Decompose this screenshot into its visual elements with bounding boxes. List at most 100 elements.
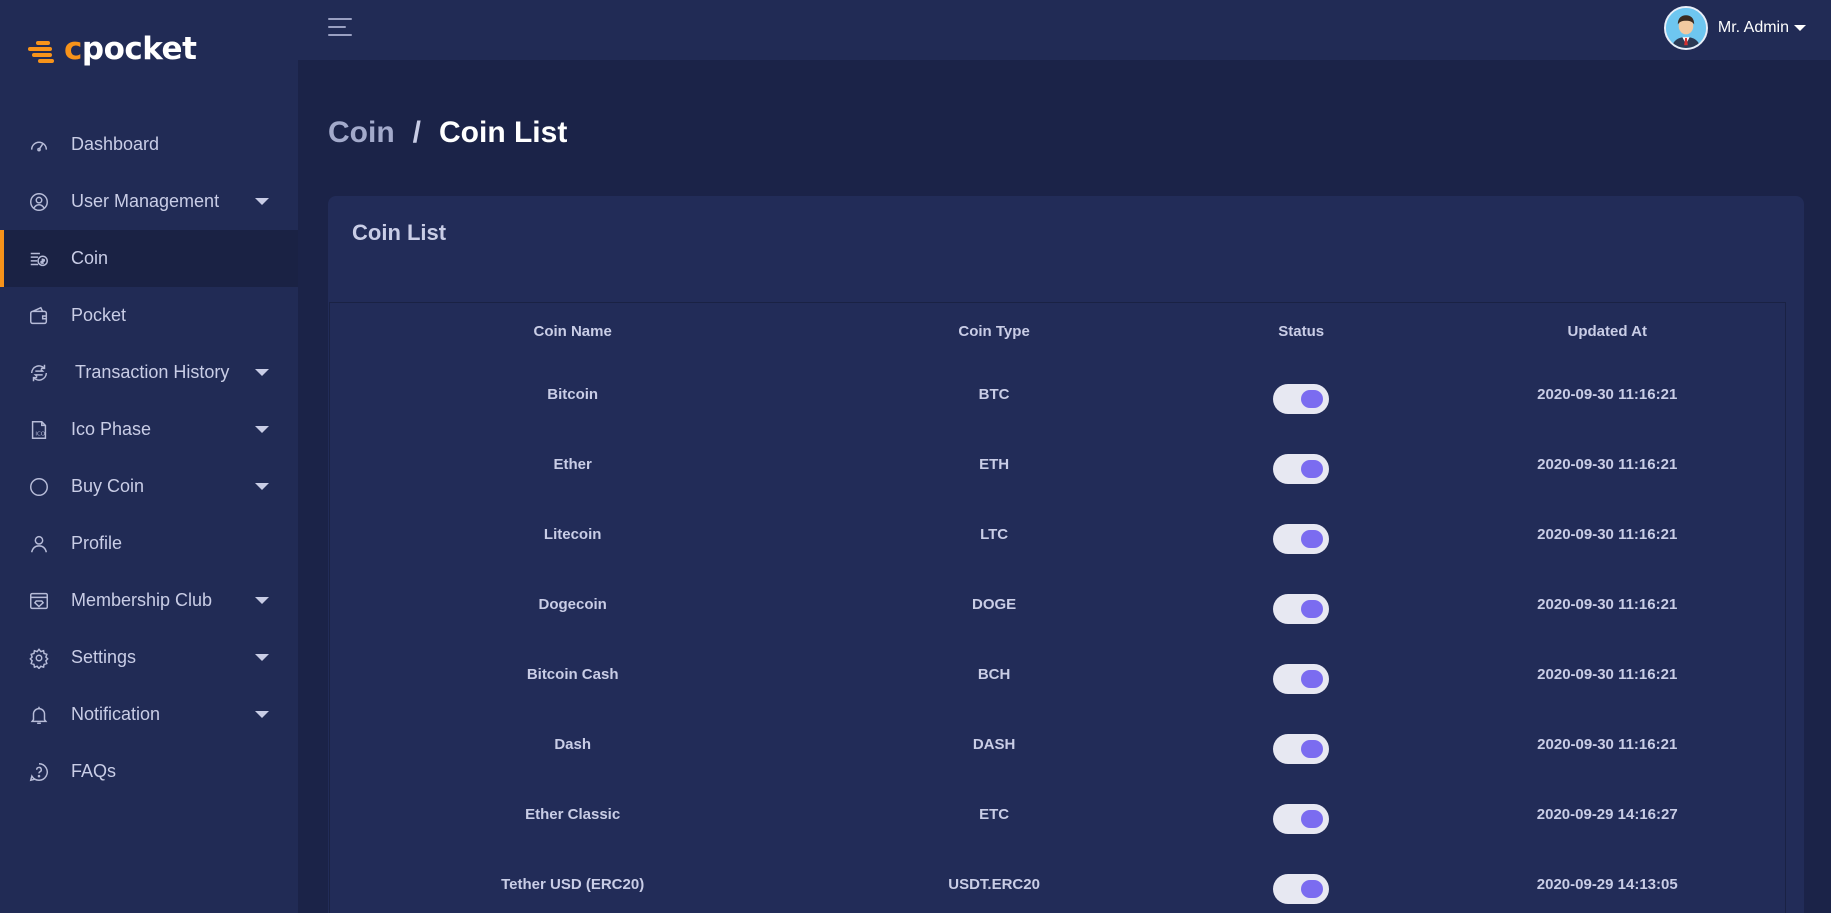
coin-name-cell: Bitcoin bbox=[547, 385, 599, 403]
table-row: Litecoin LTC 2020-09-30 11:16:21 bbox=[330, 499, 1785, 569]
user-name: Mr. Admin bbox=[1717, 19, 1789, 36]
exchange-icon bbox=[27, 361, 51, 385]
status-toggle[interactable] bbox=[1273, 664, 1330, 694]
coins-icon bbox=[27, 247, 51, 271]
sidebar-item-label: User Management bbox=[71, 191, 220, 211]
sidebar-item-label: Profile bbox=[71, 533, 123, 553]
question-bubble-icon bbox=[27, 760, 51, 784]
status-toggle[interactable] bbox=[1273, 384, 1330, 414]
caret-down-icon bbox=[255, 711, 269, 718]
status-toggle[interactable] bbox=[1273, 594, 1330, 624]
caret-down-icon bbox=[255, 369, 269, 376]
column-header-coin-type[interactable]: Coin Type bbox=[815, 323, 1173, 340]
user-menu[interactable]: Mr. Admin bbox=[1663, 6, 1806, 50]
column-header-updated-at[interactable]: Updated At bbox=[1429, 323, 1785, 340]
status-cell bbox=[1173, 584, 1430, 624]
breadcrumb: Coin / Coin List bbox=[328, 116, 567, 150]
logo[interactable]: cpocket bbox=[28, 27, 197, 71]
sidebar-nav: Dashboard User Management Coin Pocket Tr… bbox=[0, 116, 298, 800]
sidebar-item-label: Notification bbox=[71, 704, 161, 724]
coin-name-cell: Litecoin bbox=[543, 525, 602, 543]
card-title: Coin List bbox=[352, 220, 447, 245]
sidebar-item-settings[interactable]: Settings bbox=[0, 629, 298, 686]
coin-table: Coin Name Coin Type Status Updated At Bi… bbox=[329, 302, 1786, 913]
coin-type-cell: USDT.ERC20 bbox=[948, 875, 1040, 893]
status-cell bbox=[1173, 864, 1430, 904]
status-toggle[interactable] bbox=[1273, 454, 1330, 484]
logo-text: cpocket bbox=[64, 31, 197, 67]
status-cell bbox=[1173, 514, 1430, 554]
coin-type-cell: ETC bbox=[979, 805, 1010, 823]
sidebar-item-notification[interactable]: Notification bbox=[0, 686, 298, 743]
caret-down-icon bbox=[255, 483, 269, 490]
sidebar-item-label: Membership Club bbox=[71, 590, 213, 610]
user-circle-icon bbox=[27, 190, 51, 214]
coin-name-cell: Tether USD (ERC20) bbox=[501, 875, 645, 893]
coin-type-cell: ETH bbox=[979, 455, 1010, 473]
diamond-card-icon bbox=[27, 589, 51, 613]
top-bar: Mr. Admin bbox=[298, 0, 1831, 60]
avatar bbox=[1663, 6, 1708, 50]
updated-at-cell: 2020-09-29 14:16:27 bbox=[1536, 805, 1678, 823]
status-cell bbox=[1173, 794, 1430, 834]
breadcrumb-parent[interactable]: Coin bbox=[328, 116, 395, 150]
status-cell bbox=[1173, 724, 1430, 764]
status-toggle[interactable] bbox=[1273, 734, 1330, 764]
coin-name-cell: Ether Classic bbox=[525, 805, 621, 823]
updated-at-cell: 2020-09-30 11:16:21 bbox=[1537, 595, 1678, 613]
person-icon bbox=[27, 532, 51, 556]
coin-list-card: Coin List Coin Name Coin Type Status Upd… bbox=[328, 196, 1804, 913]
sidebar-item-label: Buy Coin bbox=[71, 476, 145, 496]
sidebar-item-buy-coin[interactable]: Buy Coin bbox=[0, 458, 298, 515]
caret-down-icon bbox=[1794, 25, 1806, 31]
toggle-knob bbox=[1301, 740, 1324, 758]
sidebar-item-transaction-history[interactable]: Transaction History bbox=[0, 344, 298, 401]
toggle-knob bbox=[1301, 390, 1324, 408]
caret-down-icon bbox=[255, 198, 269, 205]
coin-type-cell: LTC bbox=[980, 525, 1009, 543]
coin-name-cell: Bitcoin Cash bbox=[526, 665, 619, 683]
coin-name-cell: Dash bbox=[554, 735, 591, 753]
status-cell bbox=[1173, 374, 1430, 414]
sidebar-item-dashboard[interactable]: Dashboard bbox=[0, 116, 298, 173]
toggle-knob bbox=[1301, 810, 1324, 828]
table-row: Tether USD (ERC20) USDT.ERC20 2020-09-29… bbox=[330, 849, 1785, 913]
ico-file-icon: ICO bbox=[27, 418, 51, 442]
status-toggle[interactable] bbox=[1273, 804, 1330, 834]
table-row: Dogecoin DOGE 2020-09-30 11:16:21 bbox=[330, 569, 1785, 639]
toggle-knob bbox=[1301, 460, 1324, 478]
column-header-status[interactable]: Status bbox=[1173, 323, 1430, 340]
coin-type-cell: DASH bbox=[972, 735, 1016, 753]
coin-name-cell: Ether bbox=[553, 455, 592, 473]
sidebar-item-label: FAQs bbox=[71, 761, 117, 781]
sidebar-item-ico-phase[interactable]: ICO Ico Phase bbox=[0, 401, 298, 458]
gear-icon bbox=[27, 646, 51, 670]
circle-icon bbox=[27, 475, 51, 499]
sidebar-item-label: Transaction History bbox=[75, 362, 230, 382]
status-toggle[interactable] bbox=[1273, 524, 1330, 554]
sidebar-item-faqs[interactable]: FAQs bbox=[0, 743, 298, 800]
sidebar-item-pocket[interactable]: Pocket bbox=[0, 287, 298, 344]
table-row: Bitcoin BTC 2020-09-30 11:16:21 bbox=[330, 359, 1785, 429]
sidebar-item-label: Coin bbox=[71, 248, 109, 268]
menu-toggle-icon[interactable] bbox=[328, 16, 352, 38]
sidebar-item-user-management[interactable]: User Management bbox=[0, 173, 298, 230]
sidebar-item-membership-club[interactable]: Membership Club bbox=[0, 572, 298, 629]
caret-down-icon bbox=[255, 426, 269, 433]
column-header-coin-name[interactable]: Coin Name bbox=[330, 323, 815, 340]
updated-at-cell: 2020-09-30 11:16:21 bbox=[1537, 665, 1678, 683]
bell-icon bbox=[27, 703, 51, 727]
svg-text:ICO: ICO bbox=[35, 431, 45, 437]
updated-at-cell: 2020-09-29 14:13:05 bbox=[1536, 875, 1678, 893]
sidebar-item-profile[interactable]: Profile bbox=[0, 515, 298, 572]
toggle-knob bbox=[1301, 880, 1324, 898]
table-row: Dash DASH 2020-09-30 11:16:21 bbox=[330, 709, 1785, 779]
updated-at-cell: 2020-09-30 11:16:21 bbox=[1537, 735, 1678, 753]
page-title: Coin List bbox=[439, 116, 568, 149]
toggle-knob bbox=[1301, 600, 1324, 618]
status-cell bbox=[1173, 654, 1430, 694]
status-toggle[interactable] bbox=[1273, 874, 1330, 904]
sidebar-item-coin[interactable]: Coin bbox=[0, 230, 298, 287]
table-row: Ether Classic ETC 2020-09-29 14:16:27 bbox=[330, 779, 1785, 849]
caret-down-icon bbox=[255, 597, 269, 604]
